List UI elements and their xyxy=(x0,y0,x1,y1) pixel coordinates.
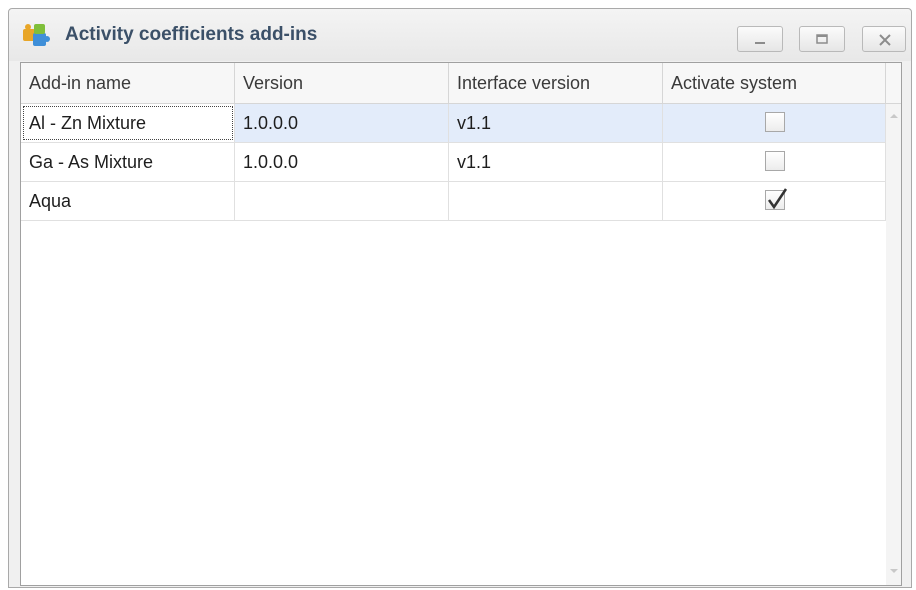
table-row[interactable]: Aqua xyxy=(21,182,886,221)
activate-system-checkbox[interactable] xyxy=(765,112,785,132)
grid-header: Add-in name Version Interface version Ac… xyxy=(21,63,901,104)
activate-system-cell[interactable] xyxy=(663,182,886,220)
minimize-button[interactable] xyxy=(737,26,783,52)
close-icon xyxy=(879,34,891,46)
scroll-up-arrow-icon[interactable] xyxy=(890,114,898,118)
column-header-activate-system[interactable]: Activate system xyxy=(663,63,886,103)
table-row[interactable]: Al - Zn Mixture 1.0.0.0 v1.1 xyxy=(21,104,886,143)
column-header-version[interactable]: Version xyxy=(235,63,449,103)
maximize-button[interactable] xyxy=(799,26,845,52)
activate-system-checkbox[interactable] xyxy=(765,151,785,171)
activate-system-cell[interactable] xyxy=(663,143,886,181)
interface-version-cell[interactable]: v1.1 xyxy=(449,104,663,142)
version-cell[interactable] xyxy=(235,182,449,220)
activate-system-cell[interactable] xyxy=(663,104,886,142)
column-header-addin-name[interactable]: Add-in name xyxy=(21,63,235,103)
column-header-interface-version[interactable]: Interface version xyxy=(449,63,663,103)
title-bar[interactable]: Activity coefficients add-ins xyxy=(9,9,911,61)
minimize-icon xyxy=(755,42,765,44)
addin-name-cell[interactable]: Aqua xyxy=(21,182,235,220)
activate-system-checkbox[interactable] xyxy=(765,188,788,210)
interface-version-cell[interactable]: v1.1 xyxy=(449,143,663,181)
checkmark-icon xyxy=(767,188,788,210)
vertical-scrollbar[interactable] xyxy=(886,104,901,585)
addin-puzzle-icon xyxy=(21,21,53,49)
addins-grid: Add-in name Version Interface version Ac… xyxy=(20,62,902,586)
addin-name-cell[interactable]: Ga - As Mixture xyxy=(21,143,235,181)
version-cell[interactable]: 1.0.0.0 xyxy=(235,104,449,142)
addin-name-cell[interactable]: Al - Zn Mixture xyxy=(21,104,235,142)
addins-window: Activity coefficients add-ins Add-in nam… xyxy=(8,8,912,588)
close-button[interactable] xyxy=(862,26,906,52)
version-cell[interactable]: 1.0.0.0 xyxy=(235,143,449,181)
scroll-down-arrow-icon[interactable] xyxy=(890,569,898,573)
maximize-icon xyxy=(816,34,828,44)
window-title: Activity coefficients add-ins xyxy=(65,24,318,45)
table-row[interactable]: Ga - As Mixture 1.0.0.0 v1.1 xyxy=(21,143,886,182)
interface-version-cell[interactable] xyxy=(449,182,663,220)
column-header-filler xyxy=(886,63,901,103)
